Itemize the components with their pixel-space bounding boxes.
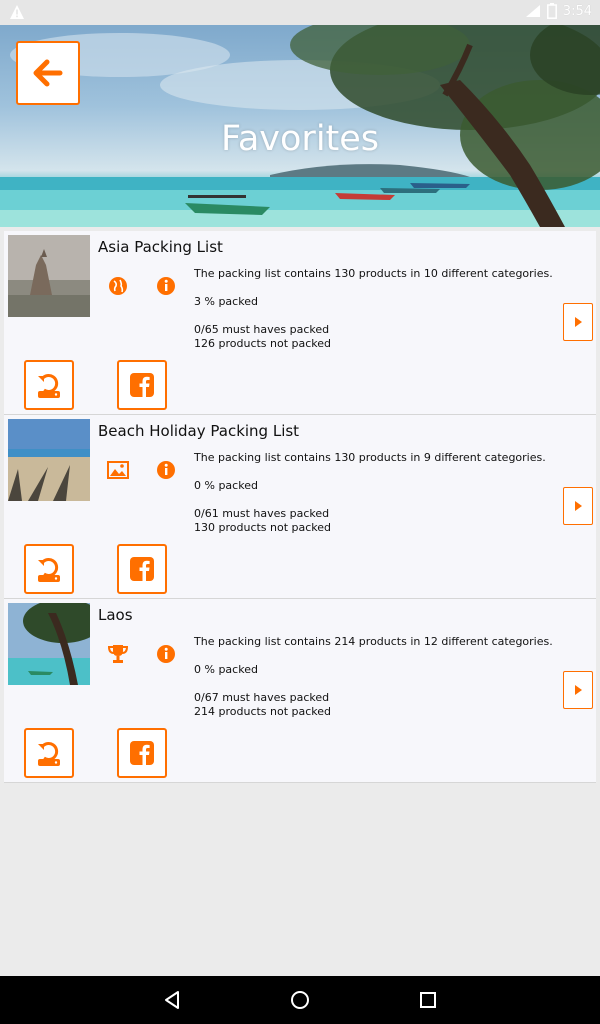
list-title: Asia Packing List (98, 238, 223, 256)
play-arrow-icon (575, 317, 582, 327)
facebook-share-button[interactable] (117, 728, 167, 778)
open-list-button[interactable] (563, 487, 593, 525)
open-list-button[interactable] (563, 303, 593, 341)
packing-stats: 0/61 must haves packed 130 products not … (194, 507, 331, 535)
status-icons: 3:54 (525, 3, 592, 19)
list-thumbnail (8, 603, 90, 685)
packed-percent: 0 % packed (194, 663, 258, 676)
home-nav-icon[interactable] (288, 988, 312, 1012)
list-thumbnail (8, 419, 90, 501)
globe-icon[interactable] (106, 274, 130, 298)
recents-nav-icon[interactable] (416, 988, 440, 1012)
navigation-bar (0, 976, 600, 1024)
info-icon[interactable] (156, 276, 176, 296)
reset-button[interactable] (24, 360, 74, 410)
trophy-icon[interactable] (106, 642, 130, 666)
reset-icon (38, 558, 60, 582)
battery-icon (546, 3, 557, 19)
facebook-icon (130, 557, 154, 581)
list-item: Beach Holiday Packing List The packing l… (4, 415, 596, 599)
list-description: The packing list contains 130 products i… (194, 451, 546, 464)
reset-icon (38, 374, 60, 398)
play-arrow-icon (575, 501, 582, 511)
packing-stats: 0/65 must haves packed 126 products not … (194, 323, 331, 351)
info-icon[interactable] (156, 460, 176, 480)
play-arrow-icon (575, 685, 582, 695)
reset-icon (38, 742, 60, 766)
facebook-share-button[interactable] (117, 360, 167, 410)
must-haves-packed: 0/61 must haves packed (194, 507, 330, 520)
list-description: The packing list contains 130 products i… (194, 267, 553, 280)
back-button[interactable] (16, 41, 80, 105)
page-title: Favorites (220, 119, 380, 159)
list-item: Asia Packing List The packing list conta… (4, 231, 596, 415)
list-item: Laos The packing list contains 214 produ… (4, 599, 596, 783)
facebook-icon (130, 373, 154, 397)
must-haves-packed: 0/65 must haves packed (194, 323, 330, 336)
back-nav-icon[interactable] (160, 988, 184, 1012)
packing-stats: 0/67 must haves packed 214 products not … (194, 691, 331, 719)
products-not-packed: 126 products not packed (194, 337, 332, 350)
list-description: The packing list contains 214 products i… (194, 635, 553, 648)
image-icon[interactable] (106, 458, 130, 482)
arrow-left-icon (33, 59, 63, 87)
clock: 3:54 (562, 3, 592, 19)
products-not-packed: 130 products not packed (194, 521, 332, 534)
list-thumbnail (8, 235, 90, 317)
open-list-button[interactable] (563, 671, 593, 709)
packed-percent: 3 % packed (194, 295, 258, 308)
list-title: Laos (98, 606, 133, 624)
products-not-packed: 214 products not packed (194, 705, 332, 718)
facebook-share-button[interactable] (117, 544, 167, 594)
info-icon[interactable] (156, 644, 176, 664)
facebook-icon (130, 741, 154, 765)
list-title: Beach Holiday Packing List (98, 422, 300, 440)
must-haves-packed: 0/67 must haves packed (194, 691, 330, 704)
reset-button[interactable] (24, 728, 74, 778)
status-bar: 3:54 (0, 0, 600, 25)
packed-percent: 0 % packed (194, 479, 258, 492)
warning-icon (10, 5, 24, 19)
signal-icon (525, 5, 540, 17)
reset-button[interactable] (24, 544, 74, 594)
favorites-list: Asia Packing List The packing list conta… (4, 231, 596, 783)
header-banner: Favorites (0, 25, 600, 227)
